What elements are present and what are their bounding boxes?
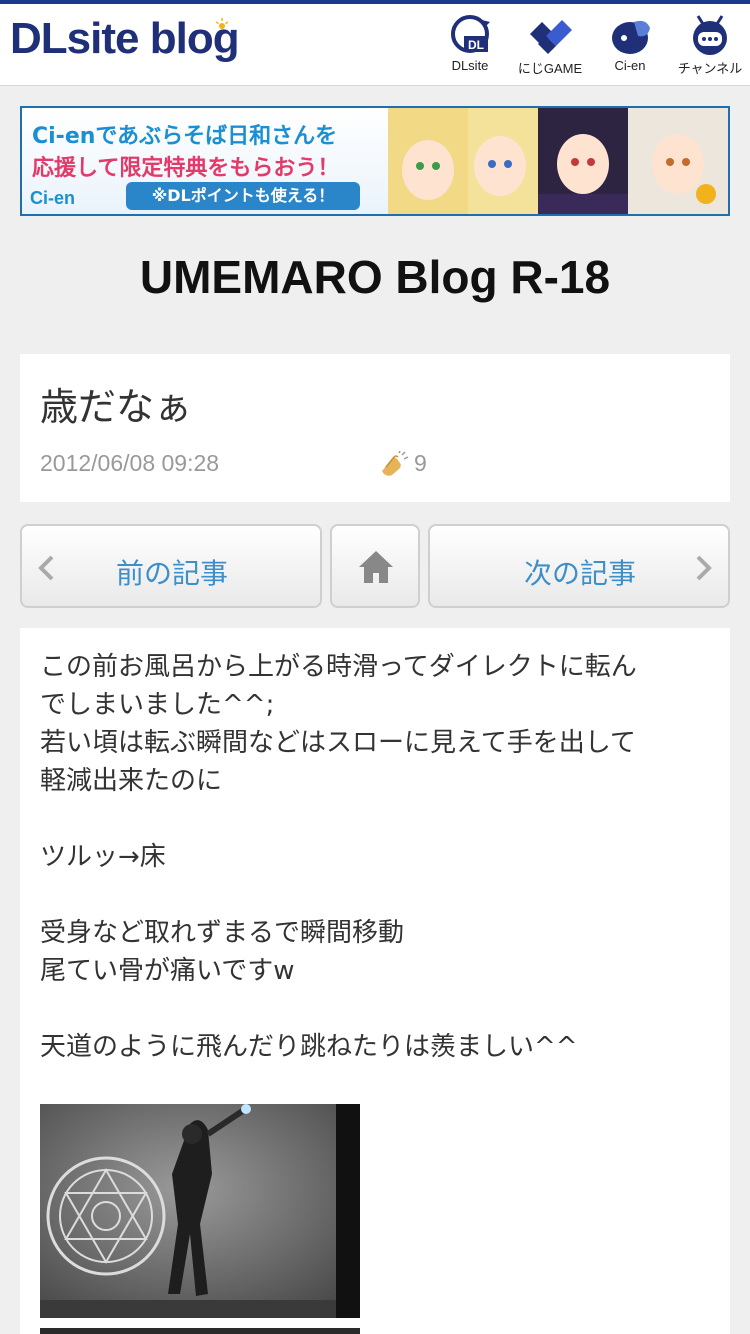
post-body-line: この前お風呂から上がる時滑ってダイレクトに転ん (40, 652, 637, 682)
chevron-left-icon (38, 555, 54, 581)
post-image[interactable] (40, 1104, 360, 1318)
post-body-line: 天道のように飛んだり跳ねたりは羨ましい^^ (40, 1032, 578, 1062)
banner-subheadline: 応援して限定特典をもらおう！ (32, 156, 340, 181)
post-body: この前お風呂から上がる時滑ってダイレクトに転ん でしまいました^^; 若い頃は転… (20, 628, 730, 1334)
nav-nijigame-label: にじGAME (517, 61, 583, 76)
clap-count: 9 (414, 450, 427, 476)
header-nav: DL DLsite にじGAME Ci-en チャンネル (430, 14, 750, 80)
nav-dlsite[interactable]: DL DLsite (430, 14, 510, 80)
prev-article-label: 前の記事 (116, 557, 229, 590)
post-body-line: 若い頃は転ぶ瞬間などはスローに見えて手を出して (40, 728, 636, 758)
nav-channel-label: チャンネル (677, 61, 743, 76)
post-header-card: 歳だなぁ 2012/06/08 09:28 9 (20, 354, 730, 502)
channel-icon (693, 15, 727, 55)
post-body-line: でしまいました^^; (40, 690, 275, 720)
banner-headline: Ci-enであぶらそば日和さんを (32, 124, 338, 149)
logo-main-text: DLsite (10, 14, 139, 63)
home-icon (359, 551, 393, 583)
site-header: DLsite blog DL DLsite にじGAME Ci-en チャンネル (0, 0, 750, 86)
banner-text-panel: Ci-enであぶらそば日和さんを 応援して限定特典をもらおう！ Ci-en ※D… (22, 108, 388, 214)
nav-channel[interactable]: チャンネル (670, 14, 750, 80)
post-body-line: 受身など取れずまるで瞬間移動 (40, 918, 405, 948)
svg-text:DL: DL (468, 38, 484, 52)
prev-article-button[interactable]: 前の記事 (20, 524, 322, 608)
post-date: 2012/06/08 09:28 (40, 450, 220, 476)
spark-icon (216, 18, 228, 29)
banner-note: ※DLポイントも使える！ (126, 182, 360, 210)
post-title: 歳だなぁ (40, 385, 193, 429)
post-image-second[interactable] (40, 1328, 360, 1334)
post-image-art (40, 1104, 360, 1318)
nav-cien[interactable]: Ci-en (590, 14, 670, 80)
post-body-line: 軽減出来たのに (40, 766, 223, 796)
banner-illustration (388, 108, 728, 214)
home-button[interactable] (330, 524, 420, 608)
next-article-label: 次の記事 (524, 557, 637, 590)
nav-dlsite-label: DLsite (451, 58, 489, 73)
post-body-line: ツルッ→床 (40, 842, 166, 872)
nav-nijigame[interactable]: にじGAME (510, 14, 590, 80)
blog-title[interactable]: UMEMARO Blog R-18 (0, 250, 750, 304)
next-article-button[interactable]: 次の記事 (428, 524, 730, 608)
dlsite-blog-logo[interactable]: DLsite blog (10, 14, 240, 64)
dlsite-icon: DL (451, 15, 490, 53)
banner-brand: Ci-en (30, 188, 75, 208)
clap-button[interactable]: 9 (378, 450, 427, 477)
nav-cien-label: Ci-en (614, 58, 646, 73)
chevron-right-icon (696, 555, 712, 581)
cien-icon (612, 20, 650, 54)
post-body-line: 尾てい骨が痛いですw (40, 956, 295, 986)
clap-icon (382, 450, 409, 476)
nijigame-icon (530, 20, 572, 54)
cien-promo-banner[interactable]: Ci-enであぶらそば日和さんを 応援して限定特典をもらおう！ Ci-en ※D… (20, 106, 730, 216)
